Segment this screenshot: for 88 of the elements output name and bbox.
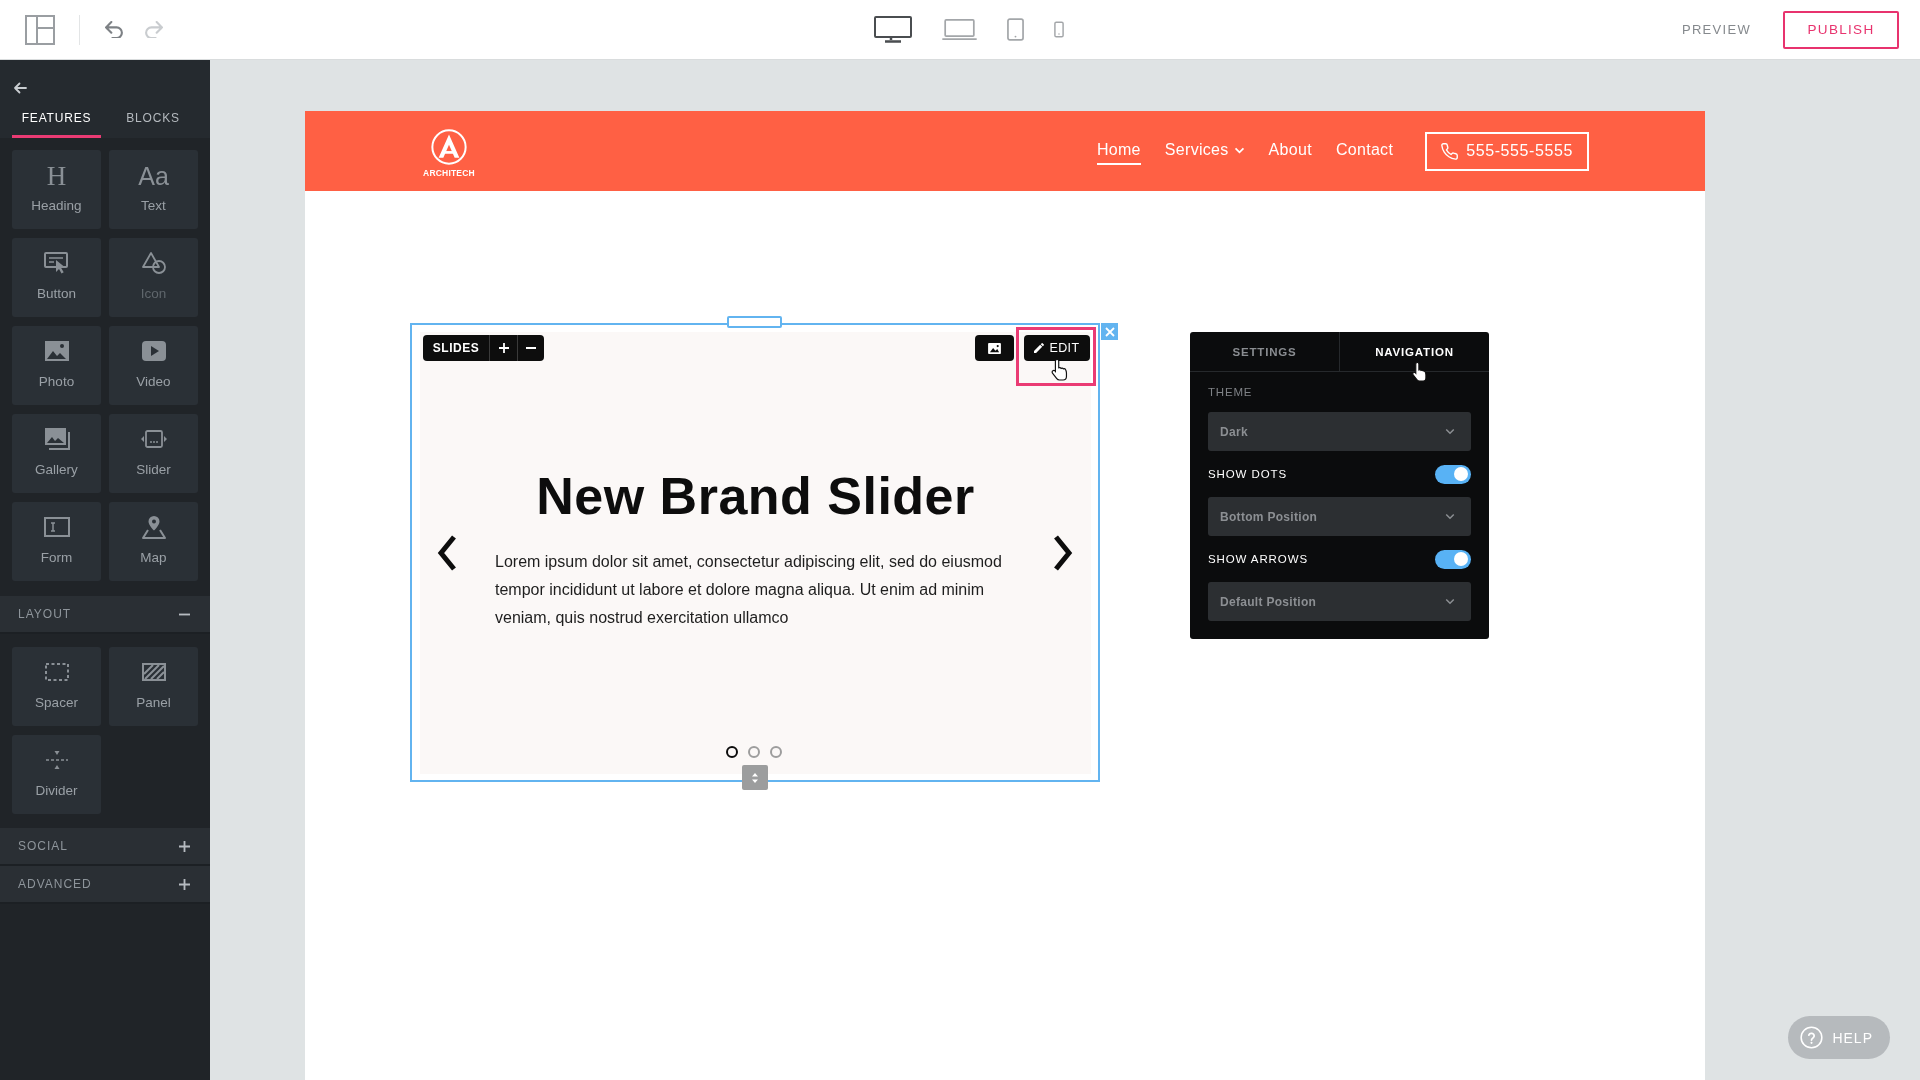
close-button[interactable] <box>1101 323 1118 340</box>
text-field-icon <box>42 515 71 539</box>
plus-icon <box>179 840 190 852</box>
cursor-on-screen-icon <box>42 251 71 275</box>
heading-glyph-icon: H <box>46 163 67 190</box>
logo-text: ARCHITECH <box>423 167 475 178</box>
slideshow-icon <box>139 427 168 451</box>
panel-tab[interactable]: NAVIGATION <box>1340 332 1489 371</box>
toggle-switch[interactable] <box>1435 549 1471 569</box>
sidebar-tab[interactable]: FEATURES <box>12 98 101 138</box>
edit-button[interactable]: EDIT <box>1024 335 1090 361</box>
feature-tile[interactable]: Button <box>12 238 101 317</box>
resize-handle[interactable] <box>742 765 768 790</box>
back-arrow-icon <box>13 82 27 94</box>
sidebar-tab[interactable]: BLOCKS <box>109 98 197 138</box>
toggle-label: SHOW ARROWS <box>1208 553 1308 565</box>
plus-icon <box>179 878 190 890</box>
redo-icon <box>144 21 163 38</box>
slide-dot-icon[interactable] <box>748 746 760 758</box>
feature-tile[interactable]: Photo <box>12 326 101 405</box>
nav-link[interactable]: About <box>1268 137 1312 165</box>
slide-dot-icon[interactable] <box>726 746 738 758</box>
chevron-down-icon <box>1445 513 1455 520</box>
feature-tile[interactable]: Divider <box>12 735 101 814</box>
tablet-icon <box>1007 18 1024 41</box>
feature-tile[interactable]: Spacer <box>12 647 101 726</box>
section-header[interactable]: ADVANCED <box>0 866 210 904</box>
undo-icon <box>105 21 124 38</box>
hand-cursor-icon <box>1412 362 1428 382</box>
shapes-icon <box>139 251 168 275</box>
dashed-box-icon <box>42 660 71 684</box>
slide-dot-icon[interactable] <box>770 746 782 758</box>
text-glyph-icon: Aa <box>138 163 169 190</box>
feature-tile[interactable]: Panel <box>109 647 198 726</box>
drag-handle[interactable] <box>727 316 782 328</box>
chevron-down-icon <box>1233 146 1245 154</box>
nav-link[interactable]: Contact <box>1335 137 1394 165</box>
hatched-box-icon <box>139 660 168 684</box>
feature-tile[interactable]: Form <box>12 502 101 581</box>
plus-icon <box>498 343 509 353</box>
background-image-button[interactable] <box>975 335 1014 361</box>
images-icon <box>42 427 71 451</box>
field-label: THEME <box>1208 385 1254 400</box>
dropdown-select[interactable]: Bottom Position <box>1208 497 1471 536</box>
image-icon <box>42 339 71 363</box>
feature-tile[interactable]: H Heading <box>12 150 101 229</box>
slides-label: SLIDES <box>423 335 490 361</box>
nav-link[interactable]: Services <box>1164 137 1245 165</box>
back-button[interactable] <box>13 82 27 94</box>
phone-button[interactable]: 555-555-5555 <box>1425 131 1589 171</box>
feature-tile[interactable]: Map <box>109 502 198 581</box>
chevron-down-icon <box>1445 428 1455 435</box>
hand-cursor-icon <box>1051 359 1069 381</box>
toggle-switch[interactable] <box>1435 464 1471 484</box>
desktop-icon <box>874 16 912 43</box>
section-header[interactable]: LAYOUT <box>0 596 210 634</box>
desktop-view-button[interactable] <box>871 13 915 46</box>
slide-paragraph: Lorem ipsum dolor sit amet, consectetur adipiscing elit, sed do eiusmod tempor incididunt ut labore et dolore magna aliqua. Ut enim ad minim veniam, quis nostrud exercitation ullamco <box>495 552 1003 628</box>
layout-icon[interactable] <box>25 14 55 45</box>
play-icon <box>139 339 168 363</box>
tablet-view-button[interactable] <box>1004 15 1027 44</box>
close-icon <box>1104 326 1115 337</box>
up-down-arrows-icon <box>751 771 759 784</box>
preview-button[interactable]: PREVIEW <box>1679 18 1753 41</box>
feature-tile[interactable]: Slider <box>109 414 198 493</box>
help-icon <box>1800 1026 1824 1049</box>
laptop-view-button[interactable] <box>939 16 980 43</box>
chevron-left-icon[interactable] <box>437 534 457 572</box>
toggle-label: SHOW DOTS <box>1208 468 1287 480</box>
publish-button[interactable]: PUBLISH <box>1783 10 1899 49</box>
laptop-icon <box>942 19 977 40</box>
feature-tile[interactable]: Aa Text <box>109 150 198 229</box>
phone-icon <box>1441 142 1459 160</box>
nav-link[interactable]: Home <box>1096 137 1141 165</box>
pencil-icon <box>1034 343 1045 353</box>
feature-tile[interactable]: Gallery <box>12 414 101 493</box>
chevron-right-icon[interactable] <box>1053 534 1073 572</box>
map-pin-icon <box>139 515 168 539</box>
feature-tile[interactable]: Video <box>109 326 198 405</box>
panel-tab[interactable]: SETTINGS <box>1190 332 1340 371</box>
phone-icon <box>1054 21 1064 38</box>
section-header[interactable]: SOCIAL <box>0 828 210 866</box>
slide-heading: New Brand Slider <box>535 466 976 527</box>
dropdown-select[interactable]: Default Position <box>1208 582 1471 621</box>
logo-emblem-icon <box>431 128 467 165</box>
chevron-down-icon <box>1445 598 1455 605</box>
dropdown-select[interactable]: Dark <box>1208 412 1471 451</box>
image-icon <box>988 342 1001 354</box>
